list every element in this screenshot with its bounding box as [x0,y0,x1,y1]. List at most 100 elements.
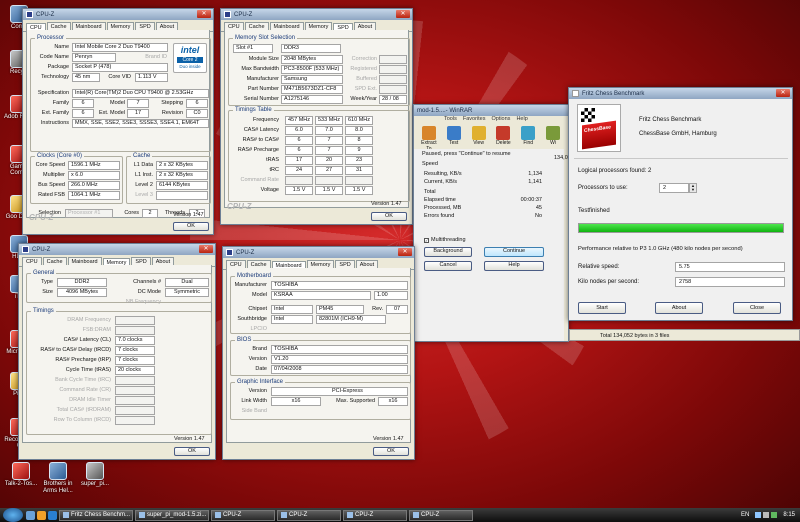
cpuz-spd-window[interactable]: CPU-Z ✕ CPU Cache Mainboard Memory SPD Ab… [220,8,413,225]
menu-tools[interactable]: Tools [444,116,457,124]
clock-value: 266.0 MHz [68,181,120,190]
title-bar[interactable]: Fritz Chess Benchmark ✕ [569,88,792,99]
start-orb-icon[interactable] [3,508,23,522]
close-icon[interactable]: ✕ [776,89,790,97]
cpuz-memory-window[interactable]: CPU-Z ✕ CPU Cache Mainboard Memory SPD Ab… [18,243,216,460]
ie-icon[interactable] [48,510,57,520]
quicklaunch-icon[interactable] [37,510,46,520]
toolbar-button[interactable]: Test [443,126,465,148]
toolbar-button[interactable]: View [468,126,490,148]
timing-label: RAS# to CAS# [242,137,279,143]
toolbar-button[interactable]: Wi [542,126,564,148]
desktop-icon[interactable]: Brothers in Arms Hel... [40,462,76,495]
channels-value: Dual [165,278,209,287]
fritz-window[interactable]: Fritz Chess Benchmark ✕ ChessBase Fritz C… [568,87,793,321]
toolbar-button[interactable]: Extract To [418,126,440,152]
group-title: BIOS [235,337,254,343]
timing-value: 7 [315,146,343,155]
timing-value [115,406,155,415]
stepping-label: Stepping [161,100,183,106]
technology-value: 45 nm [72,73,100,82]
spinner-arrows-icon[interactable]: ▲ ▼ [689,183,697,193]
relative-speed-value: 5.75 [675,262,785,272]
help-button[interactable]: Help [484,261,544,271]
performance-label: Performance relative to P3 1.0 GHz (480 … [578,246,743,252]
desktop-icon[interactable]: super_pi... [77,462,113,488]
close-icon[interactable]: ✕ [199,245,213,253]
toolbar-button-label: Delete [496,140,511,146]
taskbar-button-label: CPU-Z [223,511,242,518]
show-desktop-icon[interactable] [26,510,35,520]
clock[interactable]: 8:15 [783,512,795,518]
toolbar-button[interactable]: Find [517,126,539,148]
about-button[interactable]: About [655,302,703,314]
spd-label: Max Bandwidth [241,66,279,72]
taskbar-button[interactable]: super_pi_mod-1.5.zi... [135,509,209,521]
taskbar-button[interactable]: CPU-Z [343,509,407,521]
name-label: Name [54,44,69,50]
cpuz-mainboard-window[interactable]: CPU-Z ✕ CPU Cache Mainboard Memory SPD Ab… [222,246,415,460]
menu-options[interactable]: Options [491,116,510,124]
menu-help[interactable]: Help [516,116,527,124]
ok-button[interactable]: OK [373,447,409,456]
title-bar[interactable]: CPU-Z ✕ [19,244,215,255]
taskbar-button-label: CPU-Z [289,511,308,518]
clock-value: x 6.0 [68,171,120,180]
rar-value: No [534,213,542,219]
close-button[interactable]: Close [733,302,781,314]
selection-dropdown[interactable]: Processor #1 [65,209,113,218]
winrar-window[interactable]: mod-1.5....- WinRAR Tools Favorites Opti… [413,104,569,342]
taskbar-button-icon [281,512,287,518]
menu-favorites[interactable]: Favorites [463,116,486,124]
cpuz-cpu-window[interactable]: CPU-Z ✕ CPU Cache Mainboard Memory SPD Ab… [22,8,214,235]
taskbar-button[interactable]: CPU-Z [211,509,275,521]
desktop-icon[interactable]: Talk-2-Tos... [3,462,39,488]
window-title: CPU-Z [234,11,253,18]
ok-button[interactable]: OK [371,212,407,221]
ok-button[interactable]: OK [173,222,209,231]
chessbase-logo: ChessBase [577,104,621,152]
processor-group: Processor Name Intel Mobile Core 2 Duo T… [30,35,211,152]
general-group: General Type DDR2 Size 4096 MBytes Chann… [26,270,212,305]
version-text: Version 1.47 [173,212,204,218]
version-text: Version 1.47 [174,436,205,442]
processors-spinner[interactable]: 2 [659,183,689,193]
language-indicator[interactable]: EN [741,512,749,518]
slot-dropdown[interactable]: Slot #1 [233,44,273,53]
title-bar[interactable]: CPU-Z ✕ [223,247,414,258]
continue-button[interactable]: Continue [484,247,544,257]
clock-label: Core Speed [35,162,65,168]
spd-pane: Memory Slot Selection Slot #1 DDR3 Modul… [224,30,410,208]
close-icon[interactable]: ✕ [396,10,410,18]
timing-label: Command Rate [240,177,279,183]
cache-group: Cache L1 Data 2 x 32 KBytes L1 Inst. 2 x 32… [126,153,211,204]
taskbar-button[interactable]: Fritz Chess Benchm... [59,509,133,521]
timing-value: 27 [315,166,343,175]
mainboard-pane: Motherboard Manufacturer TOSHIBA Model K… [226,268,411,443]
version-text: Version 1.47 [373,436,404,442]
timing-value [115,316,155,325]
rar-value: 45 [535,205,542,211]
close-icon[interactable]: ✕ [398,248,412,256]
family-label: Family [52,100,69,106]
ok-button[interactable]: OK [174,447,210,456]
cancel-button[interactable]: Cancel [424,261,472,271]
taskbar-button[interactable]: CPU-Z [277,509,341,521]
tray-icons[interactable] [755,512,778,518]
timing-value [115,416,155,425]
rev-value: 07 [386,305,408,314]
timing-value [345,176,373,185]
title-bar[interactable]: mod-1.5....- WinRAR [414,105,568,116]
codename-value: Penryn [72,53,116,62]
title-bar[interactable]: CPU-Z ✕ [23,9,213,20]
taskbar-button[interactable]: CPU-Z [409,509,473,521]
title-bar[interactable]: CPU-Z ✕ [221,9,412,20]
background-button[interactable]: Background [424,247,472,257]
close-icon[interactable]: ✕ [197,10,211,18]
family-value: 6 [72,99,94,108]
multithreading-checkbox[interactable]: ✓ Multithreading [424,237,466,243]
start-button[interactable]: Start [578,302,626,314]
timing-value: 7 clocks [115,346,155,355]
toolbar-button[interactable]: Delete [492,126,514,148]
toolbar-button-label: View [473,140,484,146]
